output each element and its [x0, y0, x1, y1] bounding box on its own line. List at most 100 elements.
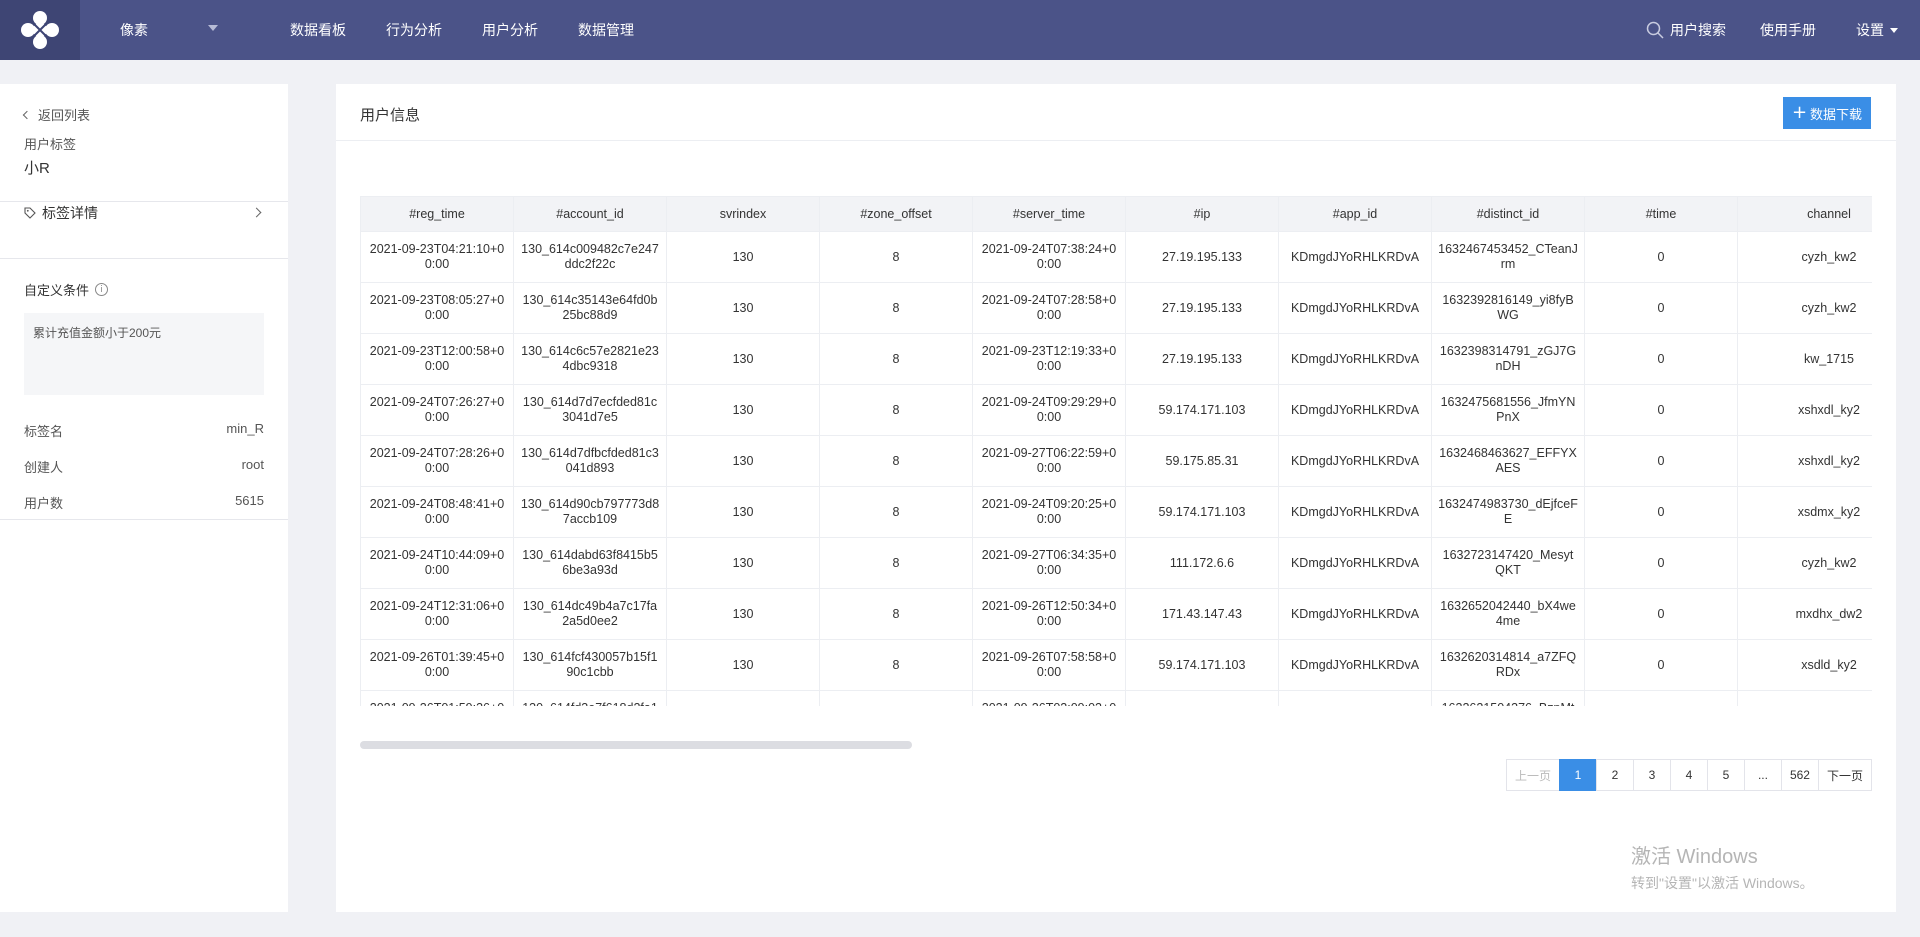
back-label: 返回列表: [38, 108, 91, 123]
table-cell: 0: [1584, 333, 1738, 385]
page-button[interactable]: 562: [1780, 759, 1819, 791]
page-button[interactable]: 5: [1706, 759, 1745, 791]
page-button[interactable]: 3: [1632, 759, 1671, 791]
back-to-list-link[interactable]: 返回列表: [22, 105, 91, 124]
table-cell: 2021-09-24T07:28:26+00:00: [360, 435, 514, 487]
table-cell: 2021-09-24T07:38:24+00:00: [972, 231, 1126, 283]
table-cell: 59.174.171.103: [1125, 486, 1279, 538]
column-header[interactable]: #account_id: [513, 196, 667, 232]
column-header[interactable]: #time: [1584, 196, 1738, 232]
table-cell: 2021-09-24T08:48:41+00:00: [360, 486, 514, 538]
column-header[interactable]: #ip: [1125, 196, 1279, 232]
column-header[interactable]: #server_time: [972, 196, 1126, 232]
table-cell: 130_614c35143e64fd0b25bc88d9: [513, 282, 667, 334]
download-button[interactable]: + 数据下载: [1783, 97, 1871, 129]
table-cell: 8: [819, 537, 973, 589]
nav-behavior-analysis[interactable]: 行为分析: [386, 20, 442, 40]
tag-detail-toggle[interactable]: 标签详情: [24, 202, 264, 224]
condition-text: 累计充值金额小于200元: [33, 326, 162, 340]
nav-data-management[interactable]: 数据管理: [578, 20, 634, 40]
table-cell: 130_614dabd63f8415b56be3a93d: [513, 537, 667, 589]
table-cell: 8: [819, 435, 973, 487]
table-cell: 8: [819, 231, 973, 283]
table-cell: 2021-09-23T12:19:33+00:00: [972, 333, 1126, 385]
table-cell: 130_614fd3e7f618d2fa1d0c1dd4: [513, 690, 667, 706]
table-cell: 0: [1584, 282, 1738, 334]
field-key: 标签名: [24, 424, 64, 439]
main-nav: 数据看板 行为分析 用户分析 数据管理: [290, 0, 674, 60]
table-cell: 1632467453452_CTeanJrm: [1431, 231, 1585, 283]
table-row[interactable]: 2021-09-26T01:39:45+00:00 130_614fcf43005…: [360, 639, 1872, 691]
table-cell: 8: [819, 486, 973, 538]
table-row[interactable]: 2021-09-23T08:05:27+00:00 130_614c35143e6…: [360, 282, 1872, 334]
logo[interactable]: [0, 0, 80, 60]
table-cell: 130: [666, 486, 820, 538]
divider: [0, 258, 288, 259]
column-header[interactable]: channel: [1737, 196, 1872, 232]
page-button[interactable]: 1: [1558, 759, 1597, 791]
table-cell: 2021-09-26T01:39:45+00:00: [360, 639, 514, 691]
divider: [0, 519, 288, 520]
table-cell: 2021-09-26T12:50:34+00:00: [972, 588, 1126, 640]
table-cell: 0: [1584, 435, 1738, 487]
table-cell: 0: [1584, 588, 1738, 640]
table-cell: 1632475681556_JfmYNPnX: [1431, 384, 1585, 436]
user-table-container[interactable]: #reg_time #account_id svrindex #zone_offset…: [360, 196, 1872, 706]
table-row[interactable]: 2021-09-26T01:59:36+00:00130_614fd3e7f61…: [360, 690, 1872, 706]
table-cell: 1632468463627_EFFYXAES: [1431, 435, 1585, 487]
project-select[interactable]: 像素: [120, 0, 240, 60]
table-cell: 130_614c6c57e2821e234dbc9318: [513, 333, 667, 385]
chevron-right-icon: [251, 207, 262, 218]
table-cell: 2021-09-23T12:00:58+00:00: [360, 333, 514, 385]
table-cell: 130: [666, 690, 820, 706]
table-cell: 130_614fcf430057b15f190c1cbb: [513, 639, 667, 691]
user-search-label: 用户搜索: [1670, 22, 1726, 38]
page-button[interactable]: ...: [1743, 759, 1782, 791]
table-cell: 111.172.6.6: [1125, 537, 1279, 589]
table-cell: 171.43.147.43: [1125, 588, 1279, 640]
user-search-button[interactable]: 用户搜索: [1646, 20, 1726, 40]
table-cell: 2021-09-23T04:21:10+00:00: [360, 231, 514, 283]
column-header[interactable]: svrindex: [666, 196, 820, 232]
table-row[interactable]: 2021-09-23T12:00:58+00:00 130_614c6c57e28…: [360, 333, 1872, 385]
table-cell: 2021-09-24T09:29:29+00:00: [972, 384, 1126, 436]
table-cell: KDmgdJYoRHLKRDvA: [1278, 282, 1432, 334]
table-row[interactable]: 2021-09-24T08:48:41+00:00 130_614d90cb797…: [360, 486, 1872, 538]
table-body: 2021-09-23T04:21:10+00:00 130_614c009482c…: [360, 231, 1872, 706]
table-cell: 2021-09-24T10:44:09+00:00: [360, 537, 514, 589]
settings-menu[interactable]: 设置: [1856, 20, 1898, 40]
table-row[interactable]: 2021-09-24T10:44:09+00:00 130_614dabd63f8…: [360, 537, 1872, 589]
table-row[interactable]: 2021-09-24T07:26:27+00:00 130_614d7d7ecfd…: [360, 384, 1872, 436]
table-row[interactable]: 2021-09-23T04:21:10+00:00 130_614c009482c…: [360, 231, 1872, 283]
field-value: root: [241, 457, 264, 472]
table-row[interactable]: 2021-09-24T12:31:06+00:00 130_614dc49b4a7…: [360, 588, 1872, 640]
table-cell: xsdld_ky2: [1737, 639, 1872, 691]
table-cell: 0: [1584, 690, 1738, 706]
table-cell: 2021-09-27T06:34:35+00:00: [972, 537, 1126, 589]
tag-icon: [24, 207, 36, 219]
prev-page-button[interactable]: 上一页: [1505, 759, 1560, 791]
page-button[interactable]: 2: [1595, 759, 1634, 791]
nav-dashboard[interactable]: 数据看板: [290, 20, 346, 40]
user-tag-value: 小R: [24, 160, 50, 177]
table-cell: 130_614d90cb797773d87accb109: [513, 486, 667, 538]
nav-user-analysis[interactable]: 用户分析: [482, 20, 538, 40]
horizontal-scrollbar[interactable]: [360, 741, 912, 749]
column-header[interactable]: #reg_time: [360, 196, 514, 232]
table-cell: 1632723147420_MesytQKT: [1431, 537, 1585, 589]
user-table: #reg_time #account_id svrindex #zone_offset…: [360, 196, 1872, 706]
field-value: 5615: [235, 493, 264, 508]
column-header[interactable]: #distinct_id: [1431, 196, 1585, 232]
table-cell: 1632621504376_BzpMtCjW: [1431, 690, 1585, 706]
top-right-actions: 用户搜索 使用手册 设置: [1646, 0, 1898, 60]
table-cell: 27.19.195.133: [1125, 231, 1279, 283]
page-button[interactable]: 4: [1669, 759, 1708, 791]
next-page-button[interactable]: 下一页: [1817, 759, 1872, 791]
table-row[interactable]: 2021-09-24T07:28:26+00:00 130_614d7dfbcfd…: [360, 435, 1872, 487]
info-icon[interactable]: i: [95, 283, 109, 296]
watermark-subtitle: 转到"设置"以激活 Windows。: [1631, 875, 1814, 891]
table-cell: 2021-09-24T09:20:25+00:00: [972, 486, 1126, 538]
column-header[interactable]: #app_id: [1278, 196, 1432, 232]
manual-link[interactable]: 使用手册: [1760, 20, 1816, 40]
column-header[interactable]: #zone_offset: [819, 196, 973, 232]
